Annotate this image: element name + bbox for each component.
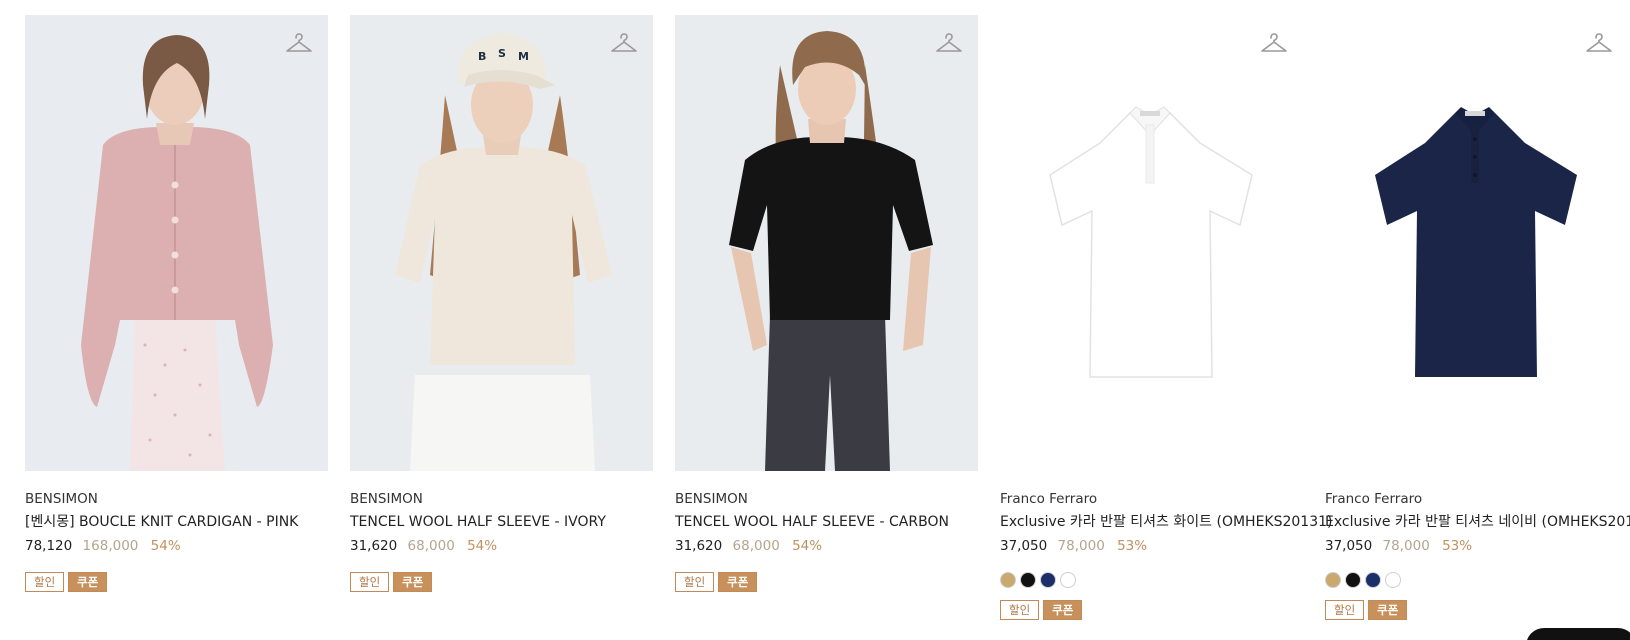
sale-price: 78,120 — [25, 538, 73, 554]
coupon-tag: 쿠폰 — [1368, 600, 1408, 620]
model-black-tee-image — [675, 15, 978, 471]
hanger-icon[interactable] — [1584, 29, 1614, 59]
price-row: 78,120 168,000 54% — [25, 536, 328, 556]
product-card[interactable]: Franco Ferraro Exclusive 카라 반팔 티셔츠 화이트 (… — [1000, 15, 1332, 620]
navy-polo-shirt-image — [1375, 107, 1577, 377]
sale-price: 37,050 — [1000, 538, 1048, 554]
sale-tag: 할인 — [1000, 600, 1040, 620]
coupon-tag: 쿠폰 — [68, 572, 108, 592]
tag-row: 할인 쿠폰 — [675, 572, 978, 592]
product-card[interactable]: Franco Ferraro Exclusive 카라 반팔 티셔츠 네이비 (… — [1325, 15, 1630, 620]
coupon-tag: 쿠폰 — [718, 572, 758, 592]
product-brand[interactable]: BENSIMON — [350, 489, 653, 509]
discount-rate: 53% — [1117, 538, 1148, 554]
product-card[interactable]: B S M BENSIMON TENCEL WOOL HALF SLEEVE -… — [350, 15, 653, 620]
discount-rate: 54% — [467, 538, 498, 554]
sale-price: 31,620 — [350, 538, 398, 554]
product-image[interactable] — [1325, 15, 1628, 471]
original-price: 78,000 — [1382, 538, 1430, 554]
color-swatch-navy[interactable] — [1040, 572, 1056, 588]
discount-rate: 54% — [792, 538, 823, 554]
original-price: 68,000 — [407, 538, 455, 554]
product-grid: BENSIMON [벤시몽] BOUCLE KNIT CARDIGAN - PI… — [25, 15, 1630, 620]
color-swatch-navy[interactable] — [1365, 572, 1381, 588]
tag-row: 할인 쿠폰 — [350, 572, 653, 592]
discount-rate: 54% — [150, 538, 181, 554]
product-brand[interactable]: BENSIMON — [675, 489, 978, 509]
product-card[interactable]: BENSIMON [벤시몽] BOUCLE KNIT CARDIGAN - PI… — [25, 15, 328, 620]
white-polo-shirt-image — [1049, 106, 1253, 378]
hanger-icon[interactable] — [1259, 29, 1289, 59]
tag-row: 할인 쿠폰 — [25, 572, 328, 592]
sale-price: 31,620 — [675, 538, 723, 554]
model-pink-cardigan-image — [25, 15, 328, 471]
product-name[interactable]: Exclusive 카라 반팔 티셔츠 네이비 (OMHEKS20149) — [1325, 512, 1630, 532]
coupon-tag: 쿠폰 — [1043, 600, 1083, 620]
sale-tag: 할인 — [350, 572, 390, 592]
sale-tag: 할인 — [1325, 600, 1365, 620]
product-name[interactable]: TENCEL WOOL HALF SLEEVE - CARBON — [675, 512, 978, 532]
tag-row: 할인 쿠폰 — [1000, 600, 1303, 620]
model-ivory-tee-cap-image: B S M — [350, 15, 653, 471]
color-swatches — [1325, 572, 1628, 588]
price-row: 31,620 68,000 54% — [350, 536, 653, 556]
product-brand[interactable]: BENSIMON — [25, 489, 328, 509]
color-swatch-white[interactable] — [1385, 572, 1401, 588]
sale-price: 37,050 — [1325, 538, 1373, 554]
svg-text:B: B — [478, 50, 486, 63]
color-swatch-black[interactable] — [1345, 572, 1361, 588]
original-price: 68,000 — [732, 538, 780, 554]
price-row: 37,050 78,000 53% — [1325, 536, 1628, 556]
hanger-icon[interactable] — [609, 29, 639, 59]
product-card[interactable]: BENSIMON TENCEL WOOL HALF SLEEVE - CARBO… — [675, 15, 978, 620]
sale-tag: 할인 — [25, 572, 65, 592]
svg-text:M: M — [518, 50, 529, 63]
price-row: 31,620 68,000 54% — [675, 536, 978, 556]
svg-text:S: S — [498, 47, 506, 60]
color-swatch-white[interactable] — [1060, 572, 1076, 588]
color-swatches — [1000, 572, 1303, 588]
product-image[interactable] — [675, 15, 978, 471]
floating-action-button[interactable] — [1526, 628, 1630, 640]
product-name[interactable]: Exclusive 카라 반팔 티셔츠 화이트 (OMHEKS20131) — [1000, 512, 1332, 532]
price-row: 37,050 78,000 53% — [1000, 536, 1303, 556]
sale-tag: 할인 — [675, 572, 715, 592]
product-image[interactable]: B S M — [350, 15, 653, 471]
product-name[interactable]: TENCEL WOOL HALF SLEEVE - IVORY — [350, 512, 653, 532]
original-price: 78,000 — [1057, 538, 1105, 554]
hanger-icon[interactable] — [934, 29, 964, 59]
product-brand[interactable]: Franco Ferraro — [1325, 489, 1628, 509]
product-name[interactable]: [벤시몽] BOUCLE KNIT CARDIGAN - PINK — [25, 512, 328, 532]
product-image[interactable] — [1000, 15, 1303, 471]
original-price: 168,000 — [82, 538, 139, 554]
tag-row: 할인 쿠폰 — [1325, 600, 1628, 620]
hanger-icon[interactable] — [284, 29, 314, 59]
color-swatch-gold[interactable] — [1000, 572, 1016, 588]
color-swatch-black[interactable] — [1020, 572, 1036, 588]
coupon-tag: 쿠폰 — [393, 572, 433, 592]
product-image[interactable] — [25, 15, 328, 471]
product-brand[interactable]: Franco Ferraro — [1000, 489, 1303, 509]
discount-rate: 53% — [1442, 538, 1473, 554]
color-swatch-gold[interactable] — [1325, 572, 1341, 588]
